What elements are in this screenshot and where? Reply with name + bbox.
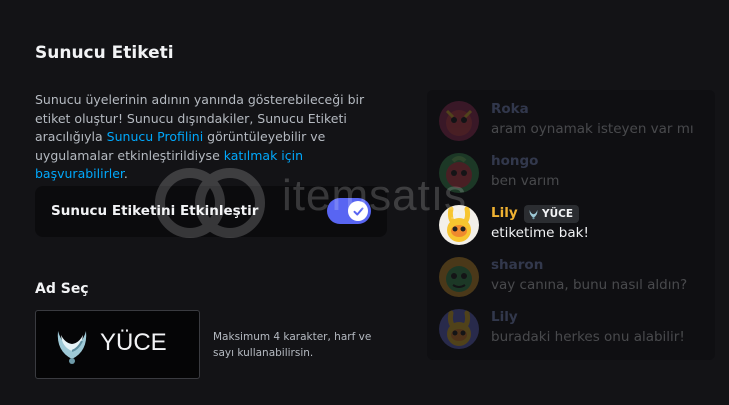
tag-name-hint: Maksimum 4 karakter, harf ve sayı kullan…	[213, 331, 372, 359]
chat-message: sharon vay canına, bunu nasıl aldın?	[439, 255, 709, 301]
chat-text: vay canına, bunu nasıl aldın?	[491, 277, 688, 293]
description: Sunucu üyelerinin adının yanında göstere…	[35, 91, 397, 184]
chat-message: Lily YÜCE etiketime bak!	[439, 203, 709, 249]
chat-preview: Roka aram oynamak isteyen var mı hongo b…	[427, 90, 715, 360]
enable-tag-row: Sunucu Etiketini Etkinleştir	[35, 186, 387, 237]
enable-tag-toggle[interactable]	[327, 198, 371, 224]
enable-tag-label: Sunucu Etiketini Etkinleştir	[51, 203, 259, 219]
red-mascot-avatar	[439, 101, 479, 141]
tag-name-input[interactable]: YÜCE	[35, 310, 200, 379]
chat-message: Roka aram oynamak isteyen var mı	[439, 99, 709, 145]
chat-username: Roka	[491, 101, 529, 117]
chat-username: Lily	[491, 309, 518, 325]
chat-text: buradaki herkes onu alabilir!	[491, 329, 685, 345]
choose-name-title: Ad Seç	[35, 281, 89, 297]
chat-username: sharon	[491, 257, 544, 273]
badge-icon	[57, 331, 87, 364]
toggle-knob	[348, 201, 368, 221]
green-mascot-avatar	[439, 153, 479, 193]
chat-username: Lily	[491, 205, 518, 221]
badge-icon	[529, 209, 538, 220]
server-tag-badge: YÜCE	[524, 205, 580, 223]
chat-message: Lily buradaki herkes onu alabilir!	[439, 307, 709, 353]
yellow-bunny-avatar	[439, 205, 479, 245]
chat-message: hongo ben varım	[439, 151, 709, 197]
server-tag-text: YÜCE	[542, 208, 574, 220]
check-icon	[353, 207, 363, 215]
description-text-3: .	[123, 166, 128, 181]
chat-text: etiketime bak!	[491, 225, 589, 241]
chat-text: aram oynamak isteyen var mı	[491, 121, 694, 137]
tag-name-value: YÜCE	[100, 329, 167, 356]
chat-text: ben varım	[491, 173, 560, 189]
server-profile-link[interactable]: Sunucu Profilini	[107, 129, 204, 144]
green-frog-avatar	[439, 257, 479, 297]
chat-username: hongo	[491, 153, 539, 169]
page-title: Sunucu Etiketi	[35, 43, 174, 63]
yellow-bunny-avatar	[439, 309, 479, 349]
